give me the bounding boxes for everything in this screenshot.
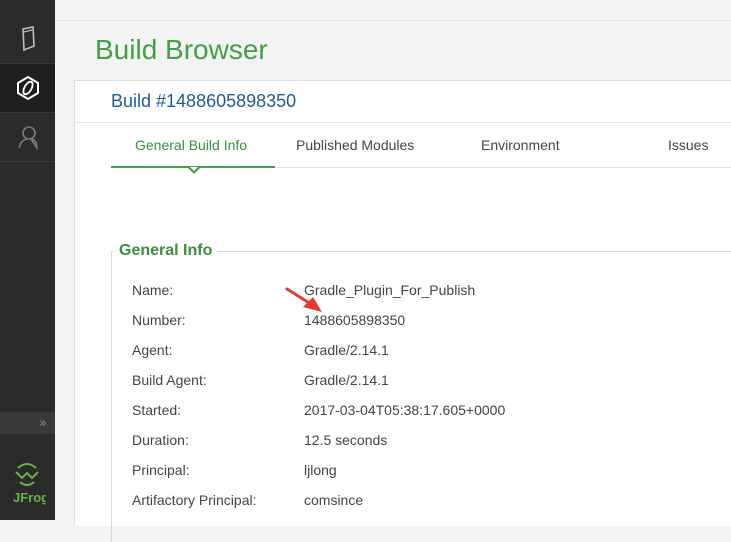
info-row-agent: Agent: Gradle/2.14.1 xyxy=(132,342,731,362)
info-value: ljlong xyxy=(304,462,337,478)
info-row-artifactory-principal: Artifactory Principal: comsince xyxy=(132,492,731,512)
info-value: Gradle/2.14.1 xyxy=(304,372,389,388)
info-row-principal: Principal: ljlong xyxy=(132,462,731,482)
info-label: Artifactory Principal: xyxy=(132,492,257,508)
info-row-name: Name: Gradle_Plugin_For_Publish xyxy=(132,282,731,302)
tab-issues[interactable]: Issues xyxy=(668,137,708,167)
info-label: Name: xyxy=(132,282,174,298)
info-value: comsince xyxy=(304,492,364,508)
jfrog-logo: JFrog xyxy=(8,462,49,510)
info-label: Number: xyxy=(132,312,186,328)
sidebar-item-builds[interactable] xyxy=(0,64,55,112)
build-header: Build #1488605898350 xyxy=(111,91,297,111)
page-title: Build Browser xyxy=(95,34,268,65)
info-row-started: Started: 2017-03-04T05:38:17.605+0000 xyxy=(132,402,731,422)
info-label: Principal: xyxy=(132,462,190,478)
sidebar-item-artifacts[interactable] xyxy=(0,15,55,63)
sidebar-collapse-button[interactable]: » xyxy=(0,412,55,434)
info-row-build-agent: Build Agent: Gradle/2.14.1 xyxy=(132,372,731,392)
build-panel: Build #1488605898350 General Build Info … xyxy=(74,80,731,542)
info-value: 12.5 seconds xyxy=(304,432,388,448)
info-label: Agent: xyxy=(132,342,173,358)
artifacts-icon xyxy=(21,26,35,52)
info-value: Gradle_Plugin_For_Publish xyxy=(304,282,476,298)
info-value: 1488605898350 xyxy=(304,312,406,328)
info-label: Started: xyxy=(132,402,182,418)
builds-icon xyxy=(16,75,39,101)
sidebar-item-admin[interactable] xyxy=(0,113,55,161)
info-row-duration: Duration: 12.5 seconds xyxy=(132,432,731,452)
tab-general-build-info[interactable]: General Build Info xyxy=(135,137,247,167)
svg-text:JFrog: JFrog xyxy=(13,490,46,505)
header-divider xyxy=(75,122,731,123)
info-label: Build Agent: xyxy=(132,372,207,388)
collapse-chevron-icon: » xyxy=(39,415,47,431)
info-value: 2017-03-04T05:38:17.605+0000 xyxy=(304,402,506,418)
tab-environment[interactable]: Environment xyxy=(481,137,560,167)
info-row-number: Number: 1488605898350 xyxy=(132,312,731,332)
build-tabs: General Build Info Published Modules Env… xyxy=(111,137,731,167)
info-label: Duration: xyxy=(132,432,189,448)
admin-user-icon xyxy=(17,126,38,150)
top-bar xyxy=(55,0,731,21)
info-value: Gradle/2.14.1 xyxy=(304,342,389,358)
tab-published-modules[interactable]: Published Modules xyxy=(296,137,414,167)
general-info-title: General Info xyxy=(114,242,218,260)
sidebar: » JFrog xyxy=(0,0,55,520)
